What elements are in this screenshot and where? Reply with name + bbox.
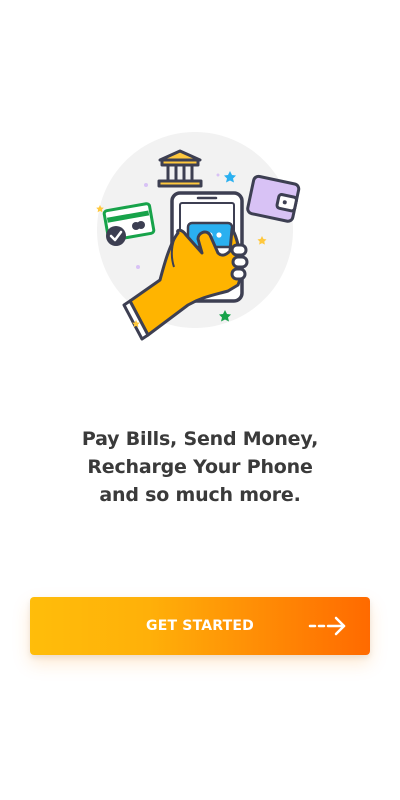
tagline-line-3: and so much more. <box>99 484 301 506</box>
mobile-payments-illustration <box>96 132 301 341</box>
tagline-line-1: Pay Bills, Send Money, <box>81 428 319 450</box>
wallet-icon <box>246 174 301 223</box>
get-started-button[interactable]: GET STARTED <box>30 597 370 655</box>
tagline: Pay Bills, Send Money, Recharge Your Pho… <box>0 425 400 509</box>
check-badge-icon <box>106 226 126 246</box>
tagline-line-2: Recharge Your Phone <box>87 456 313 478</box>
onboarding-screen: Pay Bills, Send Money, Recharge Your Pho… <box>0 0 400 800</box>
arrow-right-icon <box>308 616 346 636</box>
